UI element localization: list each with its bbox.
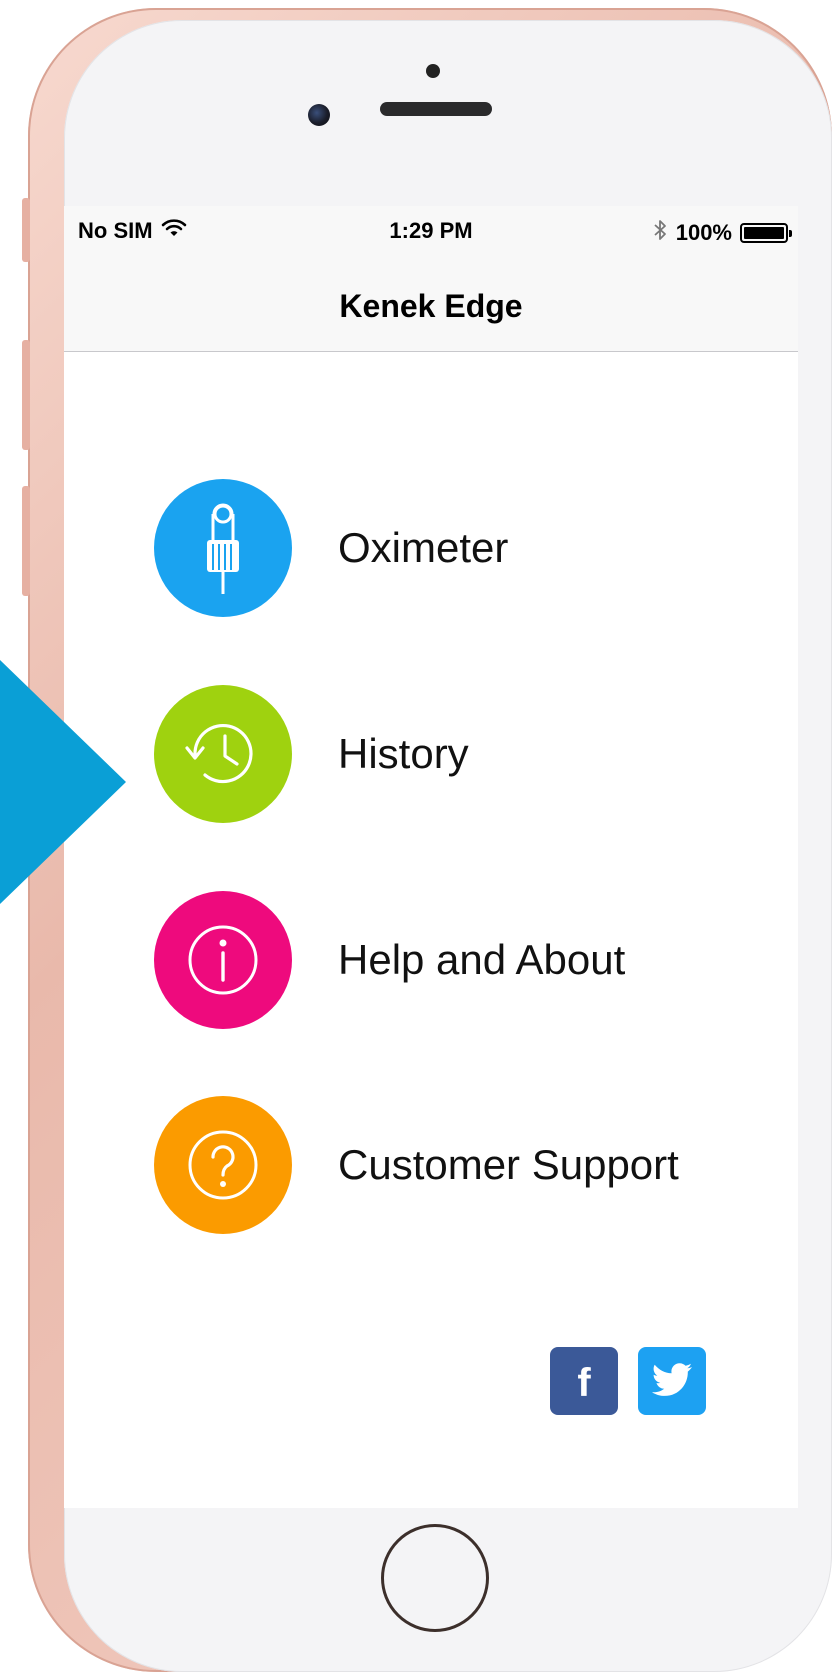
twitter-button[interactable] bbox=[638, 1347, 706, 1415]
menu-label-oximeter: Oximeter bbox=[338, 524, 509, 571]
navigation-bar: Kenek Edge bbox=[64, 256, 798, 352]
menu-label-history: History bbox=[338, 730, 469, 777]
volume-down-button bbox=[22, 486, 30, 596]
facebook-icon: f bbox=[577, 1361, 591, 1405]
home-button[interactable] bbox=[381, 1524, 489, 1632]
volume-up-button bbox=[22, 340, 30, 450]
question-icon bbox=[154, 1096, 292, 1234]
bluetooth-icon bbox=[652, 218, 668, 248]
battery-cap bbox=[789, 230, 792, 237]
menu-item-oximeter[interactable]: Oximeter bbox=[154, 478, 754, 618]
battery-percent: 100% bbox=[675, 220, 732, 245]
page-title: Kenek Edge bbox=[339, 288, 523, 324]
menu-label-help-and-about: Help and About bbox=[338, 936, 626, 983]
battery-icon bbox=[740, 223, 792, 243]
battery-fill bbox=[744, 227, 784, 239]
oximeter-sensor-icon bbox=[154, 479, 292, 617]
mute-switch bbox=[22, 198, 30, 262]
history-clock-icon bbox=[154, 685, 292, 823]
front-camera bbox=[308, 104, 330, 126]
earpiece-speaker bbox=[380, 102, 492, 116]
facebook-button[interactable]: f bbox=[550, 1347, 618, 1415]
app-screen: No SIM 1:29 PM 100% Kenek Edge Oximeter … bbox=[64, 206, 798, 1508]
proximity-sensor bbox=[426, 64, 440, 78]
status-right: 100% bbox=[652, 218, 792, 248]
page: No SIM 1:29 PM 100% Kenek Edge Oximeter … bbox=[0, 0, 839, 1677]
menu-label-customer-support: Customer Support bbox=[338, 1141, 679, 1188]
twitter-icon bbox=[652, 1363, 692, 1396]
info-icon bbox=[154, 891, 292, 1029]
menu-item-customer-support[interactable]: Customer Support bbox=[154, 1095, 754, 1235]
pointer-arrow bbox=[0, 660, 126, 904]
status-bar: No SIM 1:29 PM 100% bbox=[64, 206, 798, 256]
menu-item-help-and-about[interactable]: Help and About bbox=[154, 890, 754, 1030]
menu-item-history[interactable]: History bbox=[154, 684, 754, 824]
